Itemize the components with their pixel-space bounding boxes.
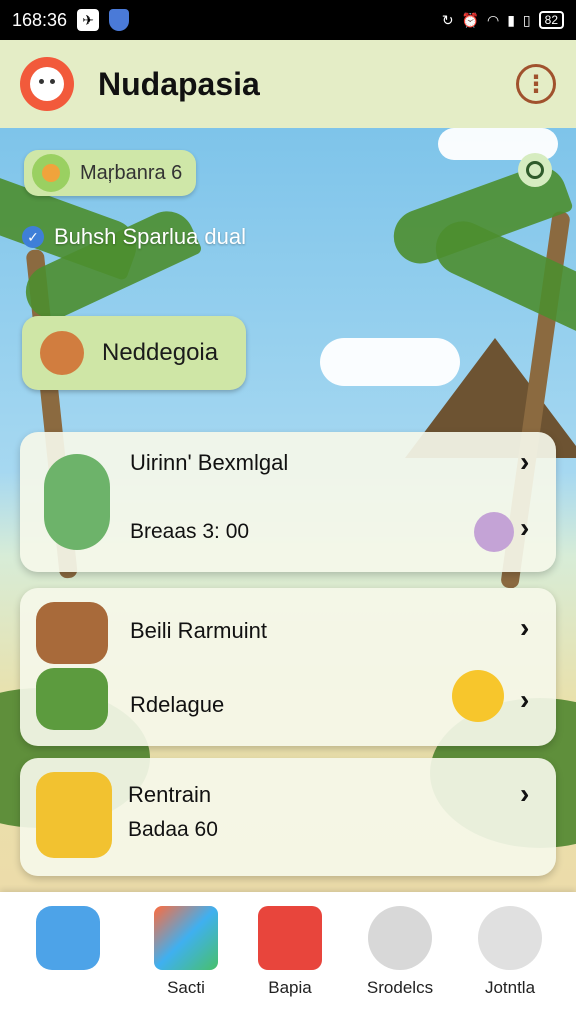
card-subtitle: Rdelague <box>130 692 225 717</box>
camera-icon <box>368 906 432 970</box>
sun-icon <box>452 670 504 722</box>
wifi-icon: ◠ <box>486 11 500 28</box>
home-app-icon <box>36 906 100 970</box>
video-icon <box>258 906 322 970</box>
nav-item-home[interactable] <box>18 906 118 978</box>
top-chip-label: Maŗbanra 6 <box>80 161 183 184</box>
chevron-right-icon[interactable]: › <box>520 612 529 644</box>
more-options-button[interactable]: ⋮ <box>516 64 556 104</box>
card-subtitle: Badaa 60 <box>128 818 218 841</box>
nav-item-jotntla[interactable]: Jotntla <box>460 906 560 998</box>
chevron-right-icon[interactable]: › <box>520 512 529 544</box>
alarm-icon: ⏰ <box>461 11 479 28</box>
list-card[interactable]: Uirinn' Bexmlgal Breaas 3: 00 › › <box>20 432 556 572</box>
bottom-nav: Sacti Bapia Srodelcs Jotntla <box>0 892 576 1024</box>
duck-character-icon <box>44 454 110 550</box>
small-creature-icon <box>474 512 514 552</box>
notice: ✓ Buhsh Sparlua dual <box>22 224 246 250</box>
security-camera-icon <box>478 906 542 970</box>
chevron-right-icon[interactable]: › <box>520 446 529 478</box>
search-icon[interactable] <box>518 153 552 187</box>
notice-text: Buhsh Sparlua dual <box>54 224 247 249</box>
card-title: Beili Rarmuint <box>130 618 267 643</box>
chevron-right-icon[interactable]: › <box>520 684 529 716</box>
avatar-icon <box>32 154 70 192</box>
card-subtitle: Breaas 3: 00 <box>130 520 250 543</box>
nav-item-bapia[interactable]: Bapia <box>240 906 340 998</box>
status-right: ↻ ⏰ ◠ ▮ ▯ 82 <box>442 11 564 29</box>
nav-label: Jotntla <box>484 978 536 997</box>
status-bar: 168:36 ✈ ↻ ⏰ ◠ ▮ ▯ 82 <box>0 0 576 40</box>
bubble-label: Neddegoia <box>102 339 219 366</box>
girl-character-icon <box>36 772 112 858</box>
play-store-icon <box>154 906 218 970</box>
character-icon <box>40 331 84 375</box>
status-left: 168:36 ✈ <box>12 9 130 31</box>
nav-label: Srodelcs <box>366 978 434 997</box>
battery-icon: 82 <box>538 11 564 29</box>
app-logo-icon <box>20 57 74 111</box>
nav-label: Sacti <box>167 978 205 997</box>
card-title: Rentrain <box>128 782 212 807</box>
nav-item-srodelcs[interactable]: Srodelcs <box>350 906 450 998</box>
check-icon: ✓ <box>22 226 44 248</box>
nav-item-sacti[interactable]: Sacti <box>136 906 236 998</box>
notification-icon: ✈ <box>77 9 100 31</box>
bear-character-icon <box>36 668 108 730</box>
sync-icon: ↻ <box>441 11 454 28</box>
app-bar: Nudapasia ⋮ <box>0 40 576 128</box>
status-time: 168:36 <box>12 9 68 30</box>
list-card[interactable]: Beili Rarmuint Rdelague › › <box>20 588 556 746</box>
top-chip[interactable]: Maŗbanra 6 <box>24 150 197 196</box>
shield-icon <box>109 9 130 31</box>
app-title: Nudapasia <box>98 65 260 102</box>
chevron-right-icon[interactable]: › <box>520 778 529 810</box>
list-card[interactable]: Rentrain Badaa 60 › <box>20 758 556 876</box>
signal-icon: ▮ <box>507 11 515 28</box>
lion-character-icon <box>36 602 108 664</box>
nav-label: Bapia <box>268 978 312 997</box>
highlight-bubble[interactable]: Neddegoia <box>22 316 246 390</box>
battery-small-icon: ▯ <box>522 11 531 28</box>
card-title: Uirinn' Bexmlgal <box>130 450 289 475</box>
